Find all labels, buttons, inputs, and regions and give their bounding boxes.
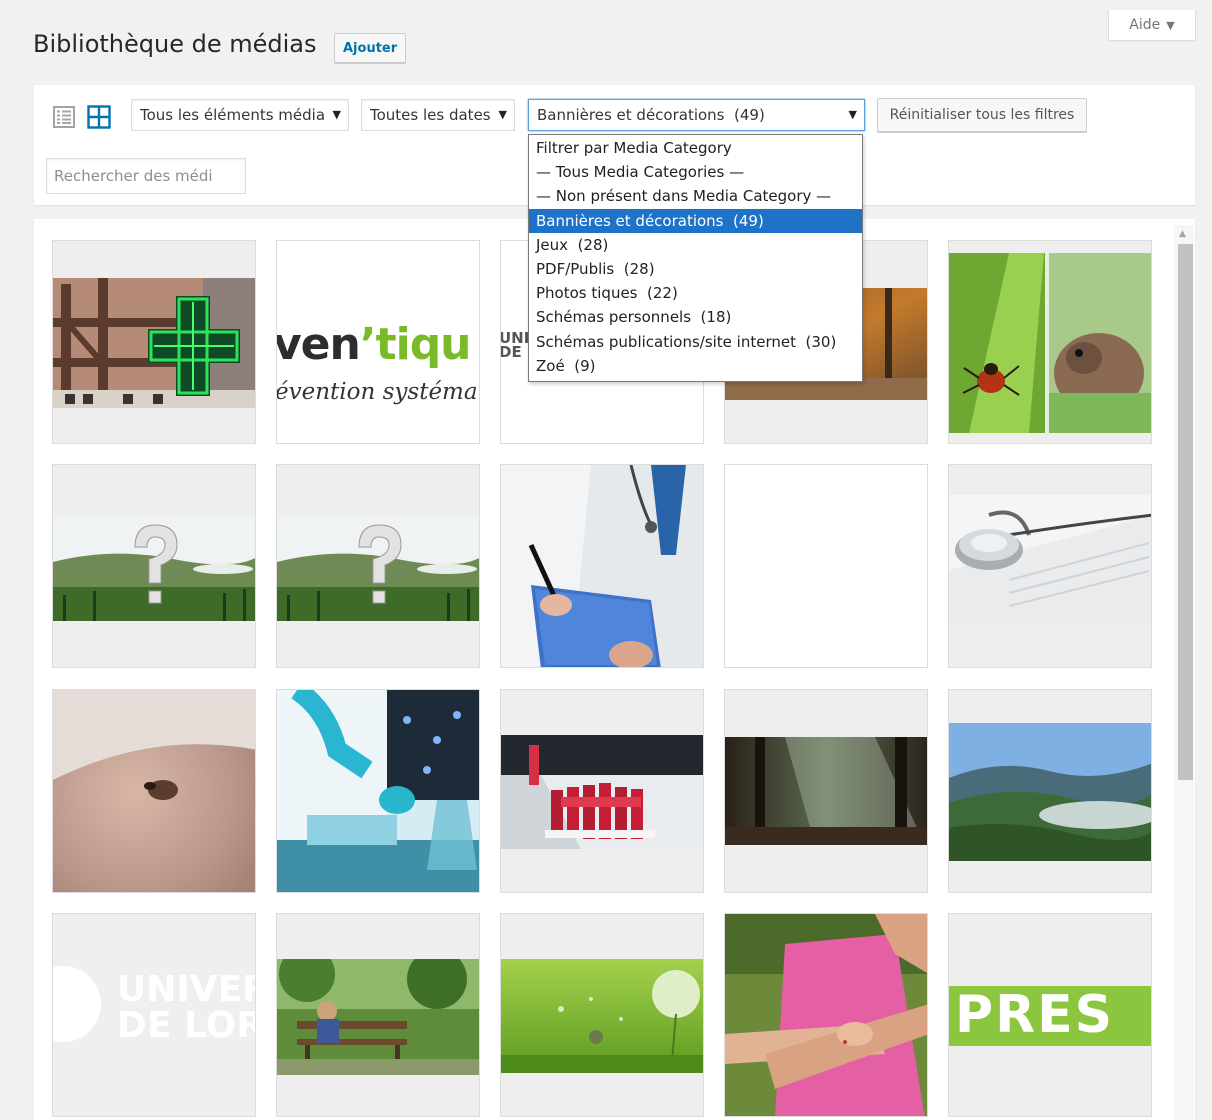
- search-input[interactable]: [46, 158, 246, 194]
- media-tile-university-banner[interactable]: UNIVERS DE LORR: [52, 913, 256, 1117]
- media-tile-blood-tubes[interactable]: [500, 689, 704, 893]
- media-tile-dandelion[interactable]: [500, 913, 704, 1117]
- media-tile-question-landscape-2[interactable]: [276, 464, 480, 668]
- thumb-text: ven: [276, 319, 361, 370]
- thumbnail-image: [949, 723, 1151, 861]
- media-library-page: Aide ▼ Bibliothèque de médias Ajouter To…: [0, 0, 1212, 1120]
- dropdown-option[interactable]: — Tous Media Categories —: [529, 160, 862, 184]
- media-tile-ventiques-banner[interactable]: ven’tiqu évention systémat: [276, 240, 480, 444]
- media-type-filter[interactable]: Tous les éléments média ▼: [131, 99, 349, 131]
- thumb-text: ’tiqu: [359, 319, 472, 370]
- date-filter[interactable]: Toutes les dates ▼: [361, 99, 515, 131]
- media-tile-laboratory[interactable]: [276, 689, 480, 893]
- dropdown-option[interactable]: Schémas publications/site internet (30): [529, 330, 862, 354]
- list-view-icon[interactable]: [53, 106, 75, 128]
- media-tile-bench-park[interactable]: [276, 913, 480, 1117]
- media-tile-pharmacy-cross[interactable]: [52, 240, 256, 444]
- help-tab[interactable]: Aide ▼: [1108, 10, 1196, 41]
- thumbnail-image: [501, 959, 703, 1073]
- thumb-text: évention systémat: [276, 379, 480, 405]
- media-tile-tick-on-skin[interactable]: [52, 689, 256, 893]
- media-tile-blank[interactable]: [724, 464, 928, 668]
- thumb-text: DE LORR: [117, 1005, 255, 1046]
- help-label: Aide: [1129, 17, 1161, 33]
- dropdown-option[interactable]: — Non présent dans Media Category —: [529, 184, 862, 208]
- thumb-text: UNIVERS: [117, 969, 255, 1010]
- thumbnail-image: [501, 465, 703, 667]
- media-category-dropdown: Filtrer par Media Category — Tous Media …: [528, 134, 863, 382]
- media-tile-tick-and-mouse[interactable]: [948, 240, 1152, 444]
- thumbnail-image: [277, 517, 479, 621]
- dropdown-option[interactable]: PDF/Publis (28): [529, 257, 862, 281]
- media-tile-mountain-valley[interactable]: [948, 689, 1152, 893]
- date-filter-value: Toutes les dates: [370, 106, 491, 124]
- thumbnail-image: [53, 278, 255, 408]
- add-media-button[interactable]: Ajouter: [334, 33, 407, 63]
- chevron-down-icon: ▼: [1166, 18, 1175, 32]
- media-category-filter[interactable]: Bannières et décorations (49) ▼: [528, 99, 865, 131]
- grid-view-icon[interactable]: [87, 105, 111, 129]
- reset-filters-button[interactable]: Réinitialiser tous les filtres: [877, 98, 1087, 132]
- media-tile-sunlit-forest[interactable]: [724, 689, 928, 893]
- media-category-filter-value: Bannières et décorations (49): [537, 106, 765, 124]
- dropdown-option[interactable]: Filtrer par Media Category: [529, 136, 862, 160]
- dropdown-option[interactable]: Schémas personnels (18): [529, 305, 862, 329]
- page-title: Bibliothèque de médias: [33, 30, 317, 58]
- thumbnail-image: [725, 914, 927, 1116]
- chevron-down-icon: ▼: [848, 108, 857, 121]
- media-tile-doctor-clipboard[interactable]: [500, 464, 704, 668]
- scroll-up-icon[interactable]: ▲: [1179, 229, 1186, 239]
- chevron-down-icon: ▼: [498, 108, 507, 121]
- media-tile-child-arm[interactable]: [724, 913, 928, 1117]
- thumbnail-image: [53, 517, 255, 621]
- thumbnail-image: [277, 690, 479, 892]
- media-type-filter-value: Tous les éléments média: [140, 106, 326, 124]
- chevron-down-icon: ▼: [332, 108, 341, 121]
- dropdown-option-selected[interactable]: Bannières et décorations (49): [529, 208, 862, 233]
- media-tile-question-landscape-1[interactable]: [52, 464, 256, 668]
- thumbnail-image: [53, 690, 255, 892]
- scrollbar-thumb[interactable]: [1178, 244, 1193, 780]
- dropdown-option[interactable]: Photos tiques (22): [529, 281, 862, 305]
- thumbnail-image: [501, 735, 703, 849]
- dropdown-option[interactable]: Jeux (28): [529, 233, 862, 257]
- media-tile-stethoscope[interactable]: [948, 464, 1152, 668]
- media-tile-press-banner[interactable]: PRES: [948, 913, 1152, 1117]
- thumbnail-image: [725, 737, 927, 845]
- thumbnail-image: [277, 959, 479, 1075]
- thumbnail-image: [949, 495, 1151, 623]
- thumbnail-image: [949, 253, 1151, 433]
- thumb-text: PRES: [955, 985, 1115, 1045]
- dropdown-option[interactable]: Zoé (9): [529, 354, 862, 378]
